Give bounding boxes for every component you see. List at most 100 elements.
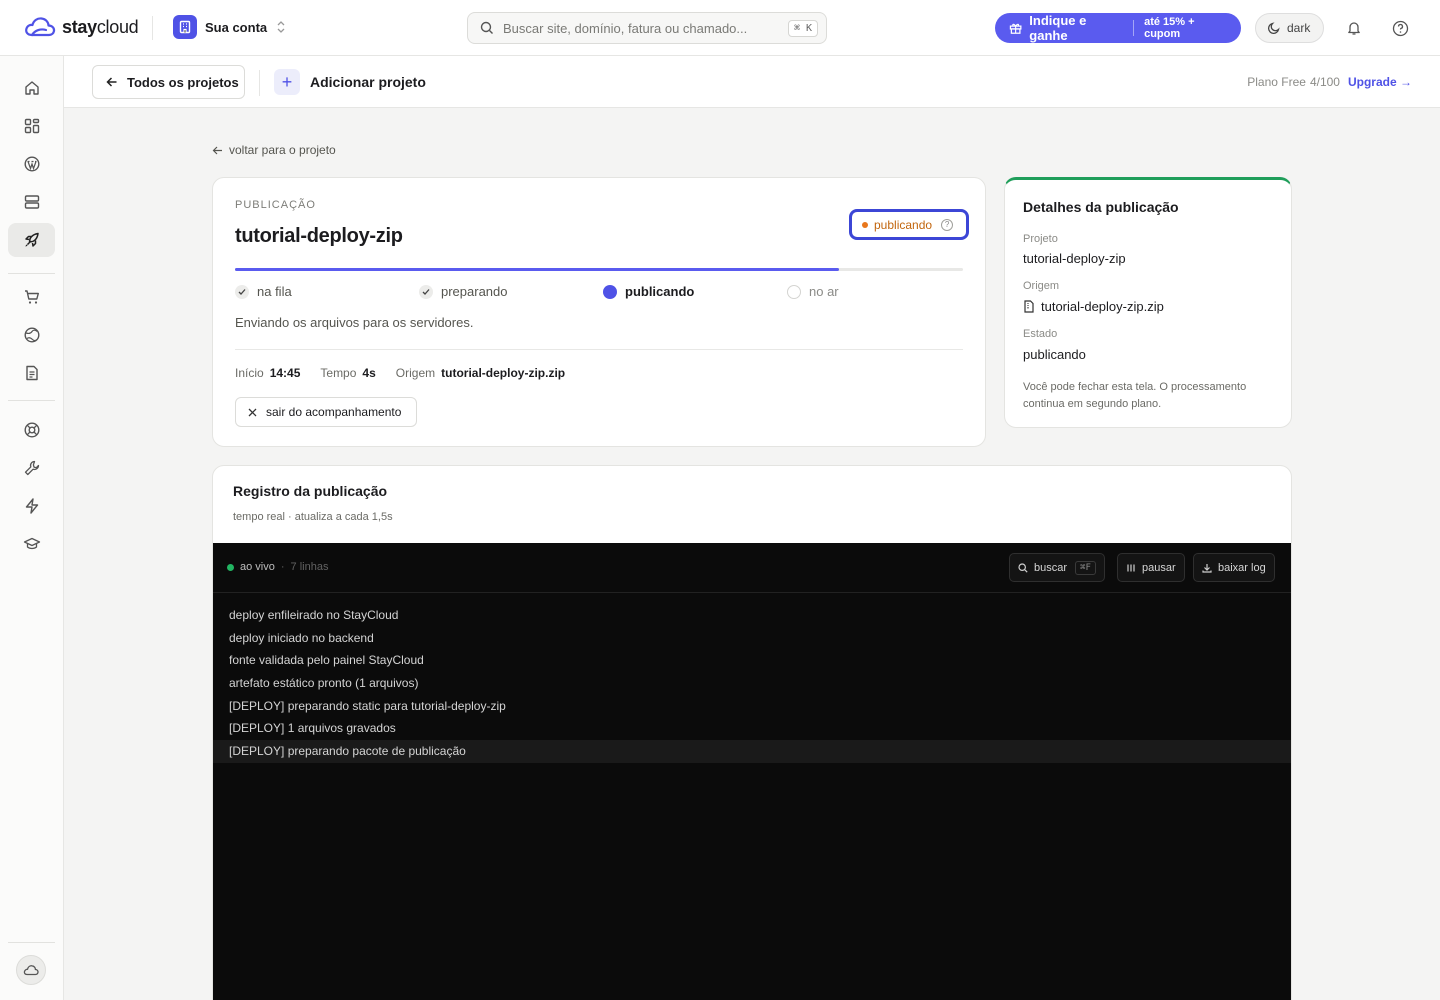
globe-icon: [23, 327, 40, 343]
live-dot: [227, 563, 234, 571]
pause-icon: [1127, 564, 1135, 571]
terminal-header: ao vivo · 7 linhas buscar ⌘F pausar baix…: [213, 543, 1291, 593]
sidebar-item-servers[interactable]: [8, 185, 55, 219]
sidebar-item-home[interactable]: [8, 71, 55, 105]
publication-description: Enviando os arquivos para os servidores.: [235, 315, 474, 330]
step-label: na fila: [257, 284, 292, 299]
status-badge[interactable]: publicando ?: [849, 209, 969, 240]
sidebar-item-apps[interactable]: [8, 109, 55, 143]
project-value: tutorial-deploy-zip: [1023, 251, 1126, 266]
publication-meta: Início 14:45 Tempo 4s Origem tutorial-deplo…: [235, 366, 565, 380]
support-icon: [23, 422, 40, 438]
step-preparing: preparando: [419, 284, 508, 299]
log-title: Registro da publicação: [233, 483, 388, 499]
brand-logo[interactable]: staycloud: [24, 16, 139, 38]
referral-button[interactable]: Indique e ganhe até 15% + cupom: [995, 13, 1241, 43]
log-line: deploy enfileirado no StayCloud: [229, 608, 399, 622]
details-title: Detalhes da publicação: [1023, 199, 1179, 215]
status-dot: [862, 221, 868, 228]
upgrade-link[interactable]: Upgrade →: [1348, 75, 1412, 89]
all-projects-label: Todos os projetos: [127, 74, 239, 90]
step-label: preparando: [441, 284, 508, 299]
all-projects-button[interactable]: Todos os projetos: [92, 65, 245, 99]
referral-label: Indique e ganhe: [1029, 13, 1087, 43]
step-publishing: publicando: [603, 284, 694, 299]
account-label: Sua conta: [205, 19, 268, 35]
add-project-button[interactable]: + Adicionar projeto: [274, 69, 426, 95]
exit-tracking-label: sair do acompanhamento: [266, 405, 402, 419]
brand-name: staycloud: [62, 16, 139, 37]
cloud-icon: [23, 965, 39, 976]
moon-icon: [1267, 22, 1280, 35]
origin-value: tutorial-deploy-zip.zip: [1023, 299, 1164, 314]
sidebar-item-wordpress[interactable]: [8, 147, 55, 181]
origin-label: Origem: [1023, 280, 1060, 292]
sidebar-item-performance[interactable]: [8, 489, 55, 523]
log-subtitle: tempo real · atualiza a cada 1,5s: [233, 511, 393, 523]
step-label: no ar: [809, 284, 839, 299]
divider: [235, 349, 963, 350]
details-card: Detalhes da publicação Projeto tutorial-…: [1004, 177, 1292, 428]
sidebar-item-tools[interactable]: [8, 451, 55, 485]
add-project-label: Adicionar projeto: [310, 74, 426, 90]
plan-label: Plano Free: [1247, 75, 1306, 89]
plus-icon: +: [274, 69, 300, 95]
line-count: 7 linhas: [290, 561, 329, 573]
sidebar-divider: [8, 942, 55, 943]
sidebar-item-deploy[interactable]: [8, 223, 55, 257]
state-label: Estado: [1023, 328, 1058, 340]
theme-label: dark: [1287, 21, 1311, 35]
download-icon: [1202, 563, 1212, 573]
wrench-icon: [24, 460, 39, 476]
top-bar: staycloud Sua conta ⌘ K Indique e ganhe …: [0, 0, 1440, 56]
promo-divider: [1133, 20, 1135, 36]
sidebar-item-domains[interactable]: [8, 318, 55, 352]
search-shortcut: ⌘ K: [787, 19, 818, 37]
current-step-icon: [603, 284, 617, 299]
sidebar-divider: [8, 400, 55, 401]
document-icon: [25, 365, 38, 381]
sub-header: Todos os projetos + Adicionar projeto Pl…: [64, 56, 1440, 108]
graduation-icon: [23, 537, 40, 550]
log-line: fonte validada pelo painel StayCloud: [229, 653, 424, 668]
log-lines: deploy enfileirado no StayCloud deploy i…: [213, 604, 1291, 763]
notifications-button[interactable]: [1340, 14, 1368, 42]
log-search-shortcut: ⌘F: [1075, 560, 1096, 575]
search-icon: [480, 21, 493, 34]
status-label: publicando: [874, 217, 933, 232]
help-button[interactable]: [1386, 14, 1414, 42]
wordpress-icon: [23, 156, 40, 172]
sidebar-divider: [8, 273, 55, 274]
details-note: Você pode fechar esta tela. O processame…: [1023, 381, 1247, 410]
chevron-updown-icon: [277, 21, 285, 33]
step-live: no ar: [787, 284, 839, 299]
meta-start: Início 14:45: [235, 366, 301, 380]
theme-toggle[interactable]: dark: [1255, 13, 1324, 43]
meta-time: Tempo 4s: [320, 366, 376, 380]
sidebar-item-billing[interactable]: [8, 356, 55, 390]
log-search-button[interactable]: buscar ⌘F: [1009, 553, 1105, 582]
back-link-label: voltar para o projeto: [229, 143, 336, 157]
progress-bar: [235, 268, 963, 271]
pause-button[interactable]: pausar: [1117, 553, 1185, 582]
search-input[interactable]: [503, 20, 779, 36]
building-icon: [173, 15, 197, 39]
back-to-project-link[interactable]: voltar para o projeto: [212, 143, 336, 157]
pause-label: pausar: [1142, 561, 1176, 574]
sidebar-item-academy[interactable]: [8, 527, 55, 561]
log-line: deploy iniciado no backend: [229, 630, 374, 645]
status-button[interactable]: [16, 955, 46, 985]
step-queued: na fila: [235, 284, 292, 299]
download-log-button[interactable]: baixar log: [1193, 553, 1275, 582]
search-icon: [1018, 562, 1028, 573]
sidebar-item-support[interactable]: [8, 413, 55, 447]
close-icon: [248, 408, 257, 416]
state-value: publicando: [1023, 347, 1086, 362]
sidebar-item-store[interactable]: [8, 280, 55, 314]
log-card: Registro da publicação tempo real · atua…: [212, 465, 1292, 1000]
exit-tracking-button[interactable]: sair do acompanhamento: [235, 397, 417, 427]
arrow-left-icon: [106, 77, 117, 87]
account-switcher[interactable]: Sua conta: [173, 15, 287, 39]
global-search[interactable]: ⌘ K: [467, 12, 827, 44]
lightning-icon: [25, 498, 38, 514]
